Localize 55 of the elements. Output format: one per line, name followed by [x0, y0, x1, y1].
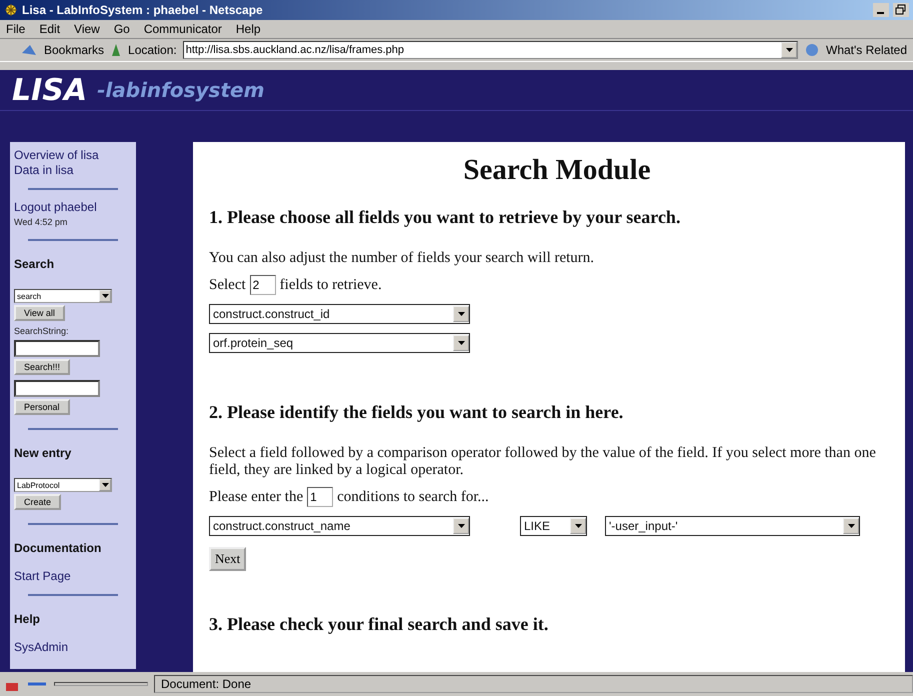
minimize-icon[interactable]: [873, 3, 889, 17]
section-heading: 3. Please check your final search and save it.: [209, 614, 550, 635]
field-label: fields to retrieve.: [280, 276, 382, 294]
value-select[interactable]: '-user_input-': [605, 516, 860, 536]
bookmarks-button[interactable]: Bookmarks: [44, 43, 104, 57]
sidebar-button[interactable]: View all: [14, 305, 65, 321]
menu-item[interactable]: Communicator: [144, 22, 222, 36]
sidebar-link[interactable]: Data in lisa: [14, 163, 74, 178]
field-label: Select: [209, 276, 246, 294]
next-button[interactable]: Next: [209, 547, 246, 571]
window-title: Lisa - LabInfoSystem : phaebel - Netscape: [22, 3, 264, 17]
sidebar-heading: Documentation: [14, 541, 102, 555]
field-select[interactable]: construct.construct_name: [209, 516, 470, 536]
tagline: -labinfosystem: [97, 78, 264, 102]
menu-item[interactable]: Go: [114, 22, 130, 36]
count-field[interactable]: 2: [250, 275, 276, 295]
sidebar-link[interactable]: Start Page: [14, 569, 71, 584]
input-field[interactable]: [14, 340, 100, 357]
sidebar-label: Wed 4:52 pm: [14, 217, 68, 227]
whats-related-button[interactable]: What's Related: [826, 43, 907, 57]
sidebar-heading: Search: [14, 257, 54, 271]
menu-item[interactable]: Help: [236, 22, 261, 36]
field-label: conditions to search for...: [337, 488, 489, 506]
sidebar-button[interactable]: Create: [14, 494, 62, 510]
sidebar-label: SearchString:: [14, 326, 69, 336]
instruction-text: You can also adjust the number of fields your search will return.: [209, 250, 596, 267]
menu-item[interactable]: Edit: [39, 22, 60, 36]
menu-item[interactable]: File: [6, 22, 26, 36]
sidebar-button[interactable]: Personal: [14, 399, 70, 415]
field-select[interactable]: construct.construct_id: [209, 304, 470, 324]
field-select[interactable]: orf.protein_seq: [209, 333, 470, 353]
page-title: Search Module: [462, 154, 652, 187]
sidebar-heading: Help: [14, 612, 40, 626]
restore-icon[interactable]: [893, 3, 909, 17]
input-field[interactable]: [14, 380, 100, 397]
app-icon: [4, 3, 18, 17]
operator-select[interactable]: LIKE: [520, 516, 587, 536]
globe-icon: [804, 43, 820, 57]
count-field[interactable]: 1: [307, 487, 334, 507]
instruction-text: Select a field followed by a comparison operator followed by the value of the field. If you select more than one field, they are linked by a logical operator.: [209, 445, 877, 479]
menu-item[interactable]: View: [74, 22, 100, 36]
status-text: Document: Done: [154, 675, 913, 693]
sidebar-link[interactable]: SysAdmin: [14, 640, 68, 655]
location-label: Location:: [128, 43, 177, 57]
url-field[interactable]: http://lisa.sbs.auckland.ac.nz/lisa/frames.php: [182, 41, 798, 59]
field-label: Please enter the: [209, 488, 304, 506]
section-heading: 1. Please choose all fields you want to retrieve by your search.: [209, 207, 682, 228]
sidebar-select[interactable]: LabProtocol: [14, 478, 112, 492]
sidebar-link[interactable]: Logout phaebel: [14, 200, 97, 215]
sidebar-heading: New entry: [14, 446, 72, 460]
sidebar-button[interactable]: Search!!!: [14, 359, 70, 375]
sidebar-link[interactable]: Overview of lisa: [14, 148, 99, 163]
sidebar-select[interactable]: search: [14, 289, 112, 303]
section-heading: 2. Please identify the fields you want to search in here.: [209, 402, 624, 423]
logo: LISA: [12, 72, 88, 108]
